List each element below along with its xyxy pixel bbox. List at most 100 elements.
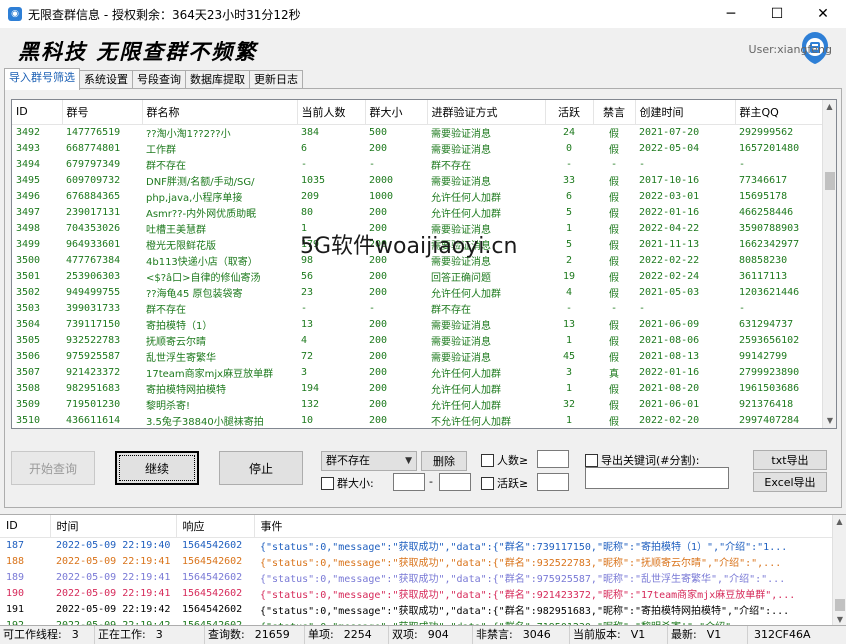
scroll-thumb[interactable] bbox=[825, 172, 835, 190]
tab-import-filter[interactable]: 导入群号筛选 bbox=[4, 68, 80, 90]
log-row[interactable]: 189 2022-05-09 22:19:41 1564542602 {"status… bbox=[0, 569, 832, 585]
table-cell: - bbox=[301, 158, 308, 170]
table-row[interactable]: 3493 668774801 工作群 6 200 需要验证消息 0 假 2022-05-04 16… bbox=[12, 140, 824, 156]
col-created[interactable]: 创建时间 bbox=[635, 100, 736, 125]
log-row[interactable]: 191 2022-05-09 22:19:42 1564542602 {"status… bbox=[0, 601, 832, 617]
delete-button[interactable]: 删除 bbox=[421, 451, 467, 471]
txt-export-button[interactable]: txt导出 bbox=[753, 450, 827, 470]
size-max-input[interactable] bbox=[439, 473, 471, 491]
excel-export-button[interactable]: Excel导出 bbox=[753, 472, 827, 492]
col-group-number[interactable]: 群号 bbox=[62, 100, 143, 125]
export-keywords-filter[interactable]: 导出关键词(#分割): bbox=[585, 452, 700, 468]
tab-db-extract[interactable]: 数据库提取 bbox=[185, 70, 250, 90]
col-owner-qq[interactable]: 群主QQ bbox=[735, 100, 825, 125]
size-min-input[interactable] bbox=[393, 473, 425, 491]
people-input[interactable] bbox=[537, 450, 569, 468]
table-row[interactable]: 3507 921423372 17team商家mjx麻豆放单群 3 200 允许任何人加群… bbox=[12, 364, 824, 380]
table-row[interactable]: 3504 739117150 寄拍模特（1） 13 200 需要验证消息 13 假 2021-0… bbox=[12, 316, 824, 332]
tab-bar: 导入群号筛选 系统设置 号段查询 数据库提取 更新日志 bbox=[4, 68, 303, 90]
table-row[interactable]: 3502 949499755 ??海龟45 原包装袋寄 23 200 允许任何人加群 4 假 2… bbox=[12, 284, 824, 300]
scroll-down-icon[interactable]: ▼ bbox=[823, 414, 836, 428]
table-cell: ??海龟45 原包装袋寄 bbox=[146, 288, 243, 300]
table-cell: 200 bbox=[369, 270, 388, 282]
scroll-up-icon[interactable]: ▲ bbox=[823, 100, 836, 114]
scroll-up-icon[interactable]: ▲ bbox=[833, 515, 846, 529]
table-cell: 200 bbox=[369, 414, 388, 426]
size-filter[interactable]: 群大小: bbox=[321, 475, 374, 491]
log-col-id[interactable]: ID bbox=[0, 515, 51, 538]
start-query-button[interactable]: 开始查询 bbox=[11, 451, 95, 485]
log-col-time[interactable]: 时间 bbox=[50, 515, 177, 538]
people-checkbox[interactable] bbox=[481, 453, 494, 467]
col-current-members[interactable]: 当前人数 bbox=[297, 100, 366, 125]
table-row[interactable]: 3506 975925587 乱世浮生寄繁华 72 200 需要验证消息 45 假 2021-0… bbox=[12, 348, 824, 364]
close-button[interactable]: ✕ bbox=[800, 0, 846, 28]
table-row[interactable]: 3503 399031733 群不存在 - - 群不存在 - - - - bbox=[12, 300, 824, 316]
table-cell: 2021-08-06 bbox=[639, 334, 700, 346]
table-cell: - bbox=[612, 302, 616, 314]
table-cell: 200 bbox=[369, 366, 388, 378]
filter-select[interactable]: 群不存在 ▼ bbox=[321, 451, 417, 471]
table-row[interactable]: 3495 609709732 DNF胖测/名额/手动/SG/1035 2000 需要验证… bbox=[12, 172, 824, 188]
table-cell: - bbox=[612, 158, 616, 170]
tab-changelog[interactable]: 更新日志 bbox=[249, 70, 303, 90]
col-id[interactable]: ID bbox=[12, 100, 63, 125]
table-cell: 253906303 bbox=[66, 270, 121, 282]
tab-range-query[interactable]: 号段查询 bbox=[132, 70, 186, 90]
export-keywords-label: 导出关键词(#分割): bbox=[601, 454, 700, 467]
table-row[interactable]: 3497 239017131 Asmr??-内外网优质助眠 80 200 允许任何人加群 5… bbox=[12, 204, 824, 220]
col-activity[interactable]: 活跃 bbox=[545, 100, 594, 125]
tab-system-settings[interactable]: 系统设置 bbox=[79, 70, 133, 90]
scroll-thumb[interactable] bbox=[835, 599, 845, 611]
table-row[interactable]: 3509 719501230 黎明杀寄! 132 200 允许任何人加群 32 假 2021-0… bbox=[12, 396, 824, 412]
log-row[interactable]: 187 2022-05-09 22:19:40 1564542602 {"status… bbox=[0, 537, 832, 553]
log-cell-id: 191 bbox=[6, 603, 25, 615]
people-filter[interactable]: 人数≥ bbox=[481, 452, 528, 468]
log-row[interactable]: 190 2022-05-09 22:19:41 1564542602 {"status… bbox=[0, 585, 832, 601]
active-checkbox[interactable] bbox=[481, 476, 494, 490]
continue-button[interactable]: 继续 bbox=[115, 451, 199, 485]
table-cell: 1 bbox=[565, 222, 573, 234]
maximize-button[interactable]: ☐ bbox=[754, 0, 800, 28]
stop-button[interactable]: 停止 bbox=[219, 451, 303, 485]
table-row[interactable]: 3492 147776519 ??淘小淘1??2??小 384 500 需要验证消息 24 假… bbox=[12, 124, 824, 140]
table-cell: 假 bbox=[609, 128, 619, 140]
table-cell: - bbox=[301, 302, 308, 314]
size-checkbox[interactable] bbox=[321, 476, 334, 490]
table-row[interactable]: 3496 676884365 php,java,小程序单接 209 1000 允许任何人加… bbox=[12, 188, 824, 204]
scroll-down-icon[interactable]: ▼ bbox=[833, 613, 846, 625]
size-range-separator: - bbox=[429, 475, 433, 488]
col-group-name[interactable]: 群名称 bbox=[142, 100, 298, 125]
col-join-method[interactable]: 进群验证方式 bbox=[427, 100, 546, 125]
export-keywords-input[interactable] bbox=[585, 467, 729, 489]
table-row[interactable]: 3494 679797349 群不存在 - - 群不存在 - - - - bbox=[12, 156, 824, 172]
active-input[interactable] bbox=[537, 473, 569, 491]
header: 黑科技 无限查群不频繁 bbox=[0, 28, 846, 68]
minimize-button[interactable]: ─ bbox=[708, 0, 754, 28]
table-cell: 假 bbox=[609, 336, 619, 348]
log-row[interactable]: 188 2022-05-09 22:19:41 1564542602 {"status… bbox=[0, 553, 832, 569]
log-col-event[interactable]: 事件 bbox=[254, 515, 833, 538]
export-keywords-checkbox[interactable] bbox=[585, 453, 598, 467]
log-col-response[interactable]: 响应 bbox=[176, 515, 255, 538]
log-scrollbar[interactable]: ▲ ▼ bbox=[832, 515, 846, 625]
col-muted[interactable]: 禁言 bbox=[593, 100, 636, 125]
table-cell: 允许任何人加群 bbox=[431, 400, 501, 412]
table-cell: 477767384 bbox=[66, 254, 121, 266]
table-scrollbar[interactable]: ▲ ▼ bbox=[822, 100, 836, 428]
table-row[interactable]: 3505 932522783 抚顺寄云尔晴 4 200 需要验证消息 1 假 2021-08-0… bbox=[12, 332, 824, 348]
log-cell-resp: 1564542602 bbox=[182, 571, 243, 583]
active-filter[interactable]: 活跃≥ bbox=[481, 475, 528, 491]
col-group-size[interactable]: 群大小 bbox=[365, 100, 428, 125]
table-cell: 384 bbox=[301, 126, 320, 138]
table-row[interactable]: 3510 436611614 3.5兔子38840小腿袜寄拍 10 200 不允许任何人加… bbox=[12, 412, 824, 428]
table-cell: 194 bbox=[301, 382, 320, 394]
log-row[interactable]: 192 2022-05-09 22:19:42 1564542602 {"status… bbox=[0, 617, 832, 626]
table-cell: 80 bbox=[301, 206, 314, 218]
event-log[interactable]: ID 时间 响应 事件 187 2022-05-09 22:19:40 156454… bbox=[0, 514, 846, 626]
table-row[interactable]: 3501 253906303 <$?â口>自律的修仙寄汤 56 200 回答正确问题 19 假… bbox=[12, 268, 824, 284]
table-row[interactable]: 3508 982951683 寄拍模特网拍模特 194 200 允许任何人加群 1 假 2021… bbox=[12, 380, 824, 396]
group-table[interactable]: ID 群号 群名称 当前人数 群大小 进群验证方式 活跃 禁言 创建时间 群主Q… bbox=[11, 99, 837, 429]
table-cell: 200 bbox=[369, 318, 388, 330]
table-cell: 436611614 bbox=[66, 414, 121, 426]
